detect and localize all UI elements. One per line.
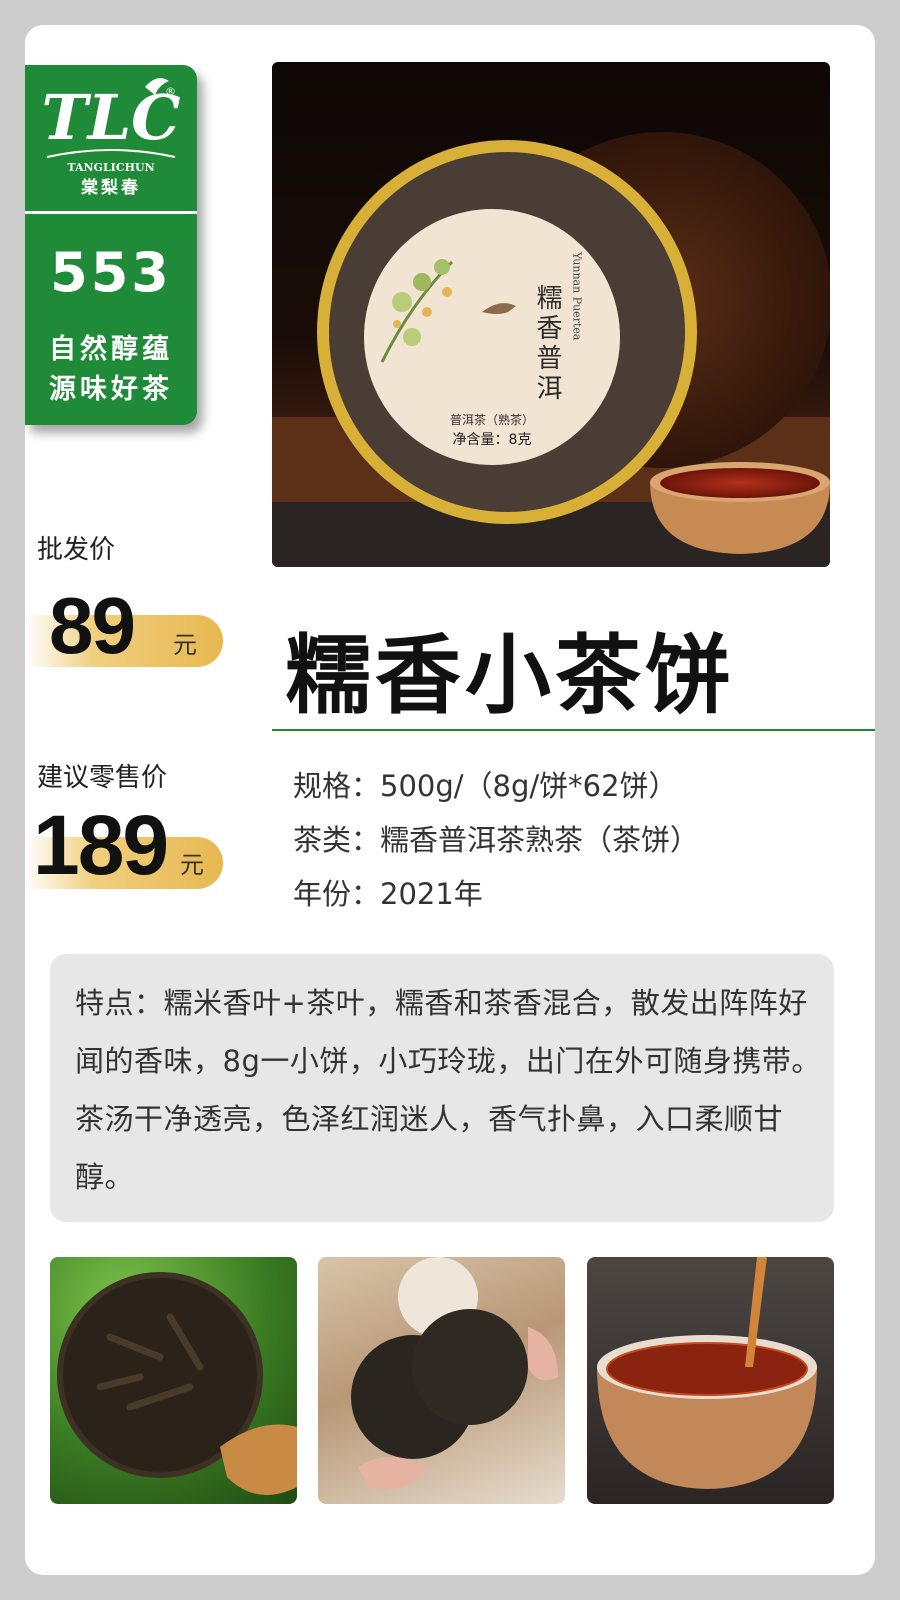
registered-mark: ®	[165, 85, 176, 98]
spec-category: 茶类：糯香普洱茶熟茶（茶饼）	[293, 823, 700, 857]
thumb-tea-cake-broken	[318, 1257, 565, 1504]
tea-label-en: Yunnan Puertea	[571, 251, 584, 341]
tea-label-title: 糯香普洱	[532, 284, 562, 404]
thumb-tea-cup	[587, 1257, 834, 1504]
wholesale-price-label: 批发价	[37, 534, 116, 564]
tea-label-type: 普洱茶（熟茶）	[450, 412, 534, 427]
features-text: 特点：糯米香叶+茶叶，糯香和茶香混合，散发出阵阵好闻的香味，8g一小饼，小巧玲珑…	[75, 986, 821, 1194]
title-underline	[272, 729, 875, 731]
brand-badge: TLC ® TANGLICHUN 棠梨春 553 自然醇蕴 源味好茶	[25, 65, 197, 425]
retail-price-label: 建议零售价	[37, 762, 168, 792]
retail-price-unit: 元	[180, 852, 204, 879]
brand-logo: TLC ® TANGLICHUN 棠梨春	[41, 78, 181, 198]
slogan-line-2: 源味好茶	[49, 374, 173, 405]
brand-name-en: TANGLICHUN	[67, 161, 154, 174]
retail-price-value: 189	[33, 798, 169, 892]
logo-mark: TLC	[41, 81, 180, 154]
brand-divider	[25, 211, 197, 214]
hero-product-image: 糯香普洱 Yunnan Puertea 普洱茶（熟茶） 净含量：8克	[272, 62, 830, 567]
spec-year: 年份：2021年	[293, 877, 483, 911]
product-card: TLC ® TANGLICHUN 棠梨春 553 自然醇蕴 源味好茶 糯香普洱 …	[25, 25, 875, 1575]
brand-name-cn: 棠梨春	[80, 177, 141, 198]
slogan-line-1: 自然醇蕴	[49, 334, 173, 365]
finger-icon	[358, 1457, 428, 1490]
product-number: 553	[50, 241, 172, 304]
tea-label-weight: 净含量：8克	[453, 432, 532, 448]
wholesale-price-unit: 元	[173, 632, 197, 659]
thumb-tea-cake-whole	[50, 1257, 297, 1504]
wholesale-price-value: 89	[49, 581, 136, 670]
product-title: 糯香小茶饼	[285, 626, 735, 726]
features-box: 特点：糯米香叶+茶叶，糯香和茶香混合，散发出阵阵好闻的香味，8g一小饼，小巧玲珑…	[50, 954, 834, 1222]
spec-size: 规格：500g/（8g/饼*62饼）	[293, 769, 678, 803]
